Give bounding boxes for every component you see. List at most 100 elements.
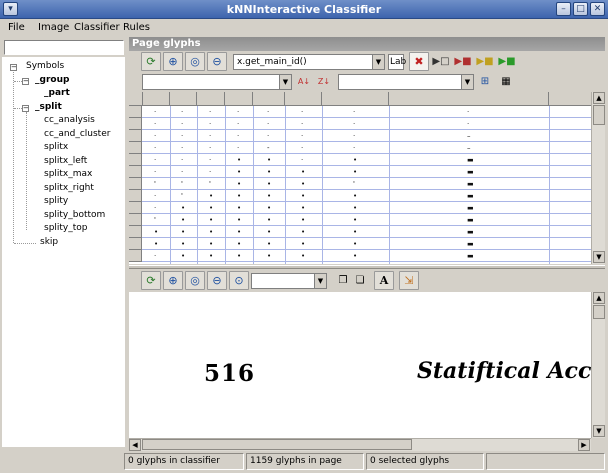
- row-header[interactable]: [129, 118, 142, 130]
- sort-descending-icon[interactable]: Z↓: [315, 74, 333, 90]
- glyph-cell[interactable]: ·: [181, 133, 183, 140]
- glyph-cell[interactable]: -: [267, 145, 270, 152]
- play-unclassified-icon[interactable]: ▶□: [432, 54, 450, 70]
- glyph-cell[interactable]: –: [467, 145, 471, 152]
- glyph-cell[interactable]: ·: [209, 145, 211, 152]
- table-row[interactable]: · · · • • • • ▬: [129, 166, 591, 178]
- glyph-cell[interactable]: ▬: [467, 157, 474, 164]
- row-header[interactable]: [129, 214, 142, 226]
- table-row[interactable]: · · · · · · · –: [129, 130, 591, 142]
- tree-node-splitx-left[interactable]: splitx_left: [44, 156, 87, 166]
- glyph-cell[interactable]: ': [209, 181, 211, 188]
- glyph-cell[interactable]: •: [267, 181, 271, 188]
- table-row[interactable]: ' • • • • • • ▬: [129, 214, 591, 226]
- glyph-cell[interactable]: •: [301, 253, 305, 260]
- row-header[interactable]: [129, 130, 142, 142]
- page-scroll-thumb[interactable]: [593, 305, 605, 319]
- glyph-cell[interactable]: ·: [209, 109, 211, 116]
- glyph-cell[interactable]: ·: [353, 133, 355, 140]
- glyph-cell[interactable]: •: [301, 229, 305, 236]
- glyph-cell[interactable]: •: [237, 217, 241, 224]
- glyph-cell[interactable]: •: [267, 205, 271, 212]
- row-header[interactable]: [129, 190, 142, 202]
- glyph-cell[interactable]: •: [353, 169, 357, 176]
- glyph-cell[interactable]: ·: [154, 145, 156, 152]
- glyph-cell[interactable]: •: [301, 217, 305, 224]
- glyph-cell[interactable]: ·: [181, 109, 183, 116]
- play-auto-icon[interactable]: ▶■: [498, 54, 516, 70]
- glyph-cell[interactable]: •: [237, 157, 241, 164]
- tree-node-splitx-max[interactable]: splitx_max: [44, 169, 92, 179]
- grid-column-header[interactable]: [253, 92, 285, 106]
- sort-expression-combo[interactable]: x.get_main_id() ▼: [233, 54, 385, 70]
- glyph-cell[interactable]: ·: [267, 109, 269, 116]
- glyph-cell[interactable]: •: [267, 157, 271, 164]
- glyph-cell[interactable]: •: [353, 157, 357, 164]
- window-titlebar[interactable]: ▾ kNNInteractive Classifier – □ ✕: [0, 0, 608, 19]
- glyph-cell[interactable]: •: [353, 241, 357, 248]
- table-row[interactable]: • • • • • • • ▬: [129, 226, 591, 238]
- glyph-cell[interactable]: •: [301, 181, 305, 188]
- glyph-cell[interactable]: ·: [237, 121, 239, 128]
- glyph-cell[interactable]: ·: [154, 169, 156, 176]
- glyph-cell[interactable]: •: [267, 193, 271, 200]
- glyph-cell[interactable]: ·: [181, 121, 183, 128]
- glyph-cell[interactable]: ': [181, 181, 183, 188]
- filter-combo[interactable]: ▼: [142, 74, 292, 90]
- zoom-normal-icon[interactable]: ◎: [185, 271, 205, 290]
- glyph-cell[interactable]: ·: [237, 109, 239, 116]
- glyph-cell[interactable]: •: [353, 217, 357, 224]
- row-header[interactable]: [129, 238, 142, 250]
- glyph-cell[interactable]: •: [301, 193, 305, 200]
- table-row[interactable]: · • • • • • • ▬: [129, 250, 591, 262]
- glyph-cell[interactable]: ·: [237, 145, 239, 152]
- minimize-button[interactable]: –: [556, 2, 571, 16]
- glyph-cell[interactable]: ·: [301, 109, 303, 116]
- glyph-cell[interactable]: •: [237, 253, 241, 260]
- page-vertical-scrollbar[interactable]: ▲ ▼: [591, 292, 605, 438]
- zoom-out-icon[interactable]: ⊖: [207, 271, 227, 290]
- glyph-cell[interactable]: ·: [154, 205, 156, 212]
- paste-icon[interactable]: ❏: [351, 273, 369, 289]
- maximize-button[interactable]: □: [573, 2, 588, 16]
- pane-splitter[interactable]: [129, 265, 605, 269]
- copy-icon[interactable]: ❐: [334, 273, 352, 289]
- tree-node-splity-bottom[interactable]: splity_bottom: [44, 210, 105, 220]
- filter-combo-secondary[interactable]: ▼: [338, 74, 474, 90]
- grid-column-header[interactable]: [225, 92, 253, 106]
- glyph-cell[interactable]: ·: [209, 133, 211, 140]
- scroll-up-icon[interactable]: ▲: [593, 292, 605, 304]
- lab-button[interactable]: Lab: [388, 54, 406, 70]
- glyph-cell[interactable]: ·: [181, 145, 183, 152]
- glyph-cell[interactable]: •: [154, 241, 158, 248]
- tree-node-skip[interactable]: skip: [40, 237, 58, 247]
- tree-node-part[interactable]: _part: [44, 88, 70, 98]
- glyph-cell[interactable]: ·: [301, 121, 303, 128]
- table-row[interactable]: · ' • • • • • ▬: [129, 190, 591, 202]
- tree-node-splity-top[interactable]: splity_top: [44, 223, 88, 233]
- glyph-cell[interactable]: •: [267, 253, 271, 260]
- glyph-cell[interactable]: ▬: [467, 169, 474, 176]
- glyph-cell[interactable]: ·: [154, 133, 156, 140]
- glyph-cell[interactable]: •: [267, 217, 271, 224]
- scroll-right-icon[interactable]: ▶: [578, 439, 590, 451]
- glyph-cell[interactable]: •: [209, 253, 213, 260]
- table-row[interactable]: · · · · · · · ·: [129, 106, 591, 118]
- close-button[interactable]: ✕: [590, 2, 605, 16]
- glyph-cell[interactable]: •: [267, 241, 271, 248]
- glyph-cell[interactable]: •: [209, 217, 213, 224]
- glyph-cell[interactable]: •: [181, 217, 185, 224]
- glyph-cell[interactable]: •: [181, 229, 185, 236]
- table-row[interactable]: · · · · · · · ·: [129, 118, 591, 130]
- glyph-cell[interactable]: ▬: [467, 205, 474, 212]
- glyph-cell[interactable]: •: [209, 193, 213, 200]
- grid-view-icon[interactable]: ▦: [497, 74, 515, 90]
- glyph-cell[interactable]: ▬: [467, 217, 474, 224]
- glyph-cell[interactable]: •: [237, 229, 241, 236]
- page-horizontal-scrollbar[interactable]: ◀ ▶: [129, 438, 591, 451]
- glyph-cell[interactable]: ·: [353, 145, 355, 152]
- table-row[interactable]: · • • • • • • ▬: [129, 202, 591, 214]
- symbol-search-input[interactable]: [4, 40, 124, 55]
- glyph-cell[interactable]: ▬: [467, 193, 474, 200]
- table-row[interactable]: · · · · - · · –: [129, 142, 591, 154]
